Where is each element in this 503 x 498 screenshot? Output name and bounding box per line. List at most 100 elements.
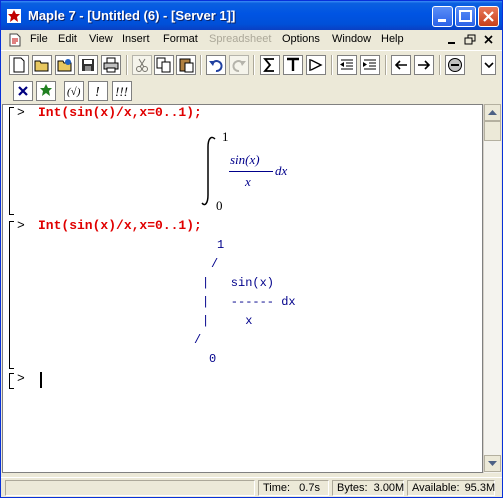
x-icon: [18, 86, 28, 96]
arrow-up-icon: [488, 110, 497, 115]
insert-prompt-button[interactable]: [306, 55, 326, 75]
paste-icon: [179, 58, 194, 73]
ascii-output-line: 1: [217, 238, 225, 252]
maximize-button[interactable]: [455, 6, 476, 27]
toolbar-separator: [439, 55, 441, 75]
math-input-button[interactable]: [260, 55, 280, 75]
execution-group-bracket[interactable]: [9, 221, 14, 369]
input-command[interactable]: Int(sin(x)/x,x=0..1);: [38, 218, 202, 233]
execute-all-button[interactable]: !!!: [112, 81, 132, 101]
outdent-button[interactable]: [337, 55, 357, 75]
menu-file[interactable]: File: [30, 33, 48, 45]
execution-group-bracket[interactable]: [9, 107, 14, 215]
new-button[interactable]: [9, 55, 29, 75]
scroll-thumb[interactable]: [484, 121, 501, 141]
minimize-button[interactable]: [432, 6, 453, 27]
menu-options[interactable]: Options: [282, 33, 320, 45]
integral-differential: dx: [275, 163, 288, 178]
back-button[interactable]: [391, 55, 411, 75]
status-time-label: Time:: [263, 482, 291, 494]
maple-window: Maple 7 - [Untitled (6) - [Server 1]] Fi…: [0, 0, 503, 498]
open-folder-icon: [34, 60, 49, 72]
check-parens-icon: (√): [67, 86, 81, 98]
title-bar[interactable]: Maple 7 - [Untitled (6) - [Server 1]]: [1, 1, 502, 30]
print-button[interactable]: [101, 55, 121, 75]
status-bytes-value: 3.00M: [373, 482, 405, 494]
status-available: Available: 95.3M: [407, 480, 495, 496]
close-icon: [484, 35, 493, 44]
svg-text:!: !: [95, 85, 100, 99]
undo-icon: [209, 60, 223, 72]
input-prompt: >: [17, 105, 25, 120]
stop-icon: [448, 58, 462, 72]
copy-button[interactable]: [154, 55, 174, 75]
menu-edit[interactable]: Edit: [58, 33, 77, 45]
open-url-button[interactable]: [55, 55, 75, 75]
outdent-icon: [340, 59, 353, 70]
ascii-output-line: /: [211, 257, 219, 271]
menu-spreadsheet[interactable]: Spreadsheet: [209, 33, 271, 45]
maple-leaf-button[interactable]: [36, 81, 56, 101]
input-command[interactable]: Int(sin(x)/x,x=0..1);: [38, 105, 202, 120]
close-button[interactable]: [478, 6, 499, 27]
restore-icon: [464, 34, 476, 45]
undo-button[interactable]: [206, 55, 226, 75]
worksheet[interactable]: > Int(sin(x)/x,x=0..1); 1 0 sin(x) x dx …: [2, 104, 483, 473]
integrand-numerator: sin(x): [230, 152, 260, 167]
stop-button[interactable]: [445, 55, 465, 75]
arrow-right-icon: [418, 60, 431, 70]
scroll-down-button[interactable]: [484, 455, 501, 472]
execute-button[interactable]: !: [88, 81, 108, 101]
triple-exclamation-icon: !!!: [115, 84, 128, 99]
execute-check-button[interactable]: (√): [64, 81, 84, 101]
status-bar: Time: 0.7s Bytes: 3.00M Available: 95.3M: [1, 477, 502, 497]
fraction-bar: [229, 171, 273, 172]
ascii-output-line: | ------ dx: [202, 295, 296, 309]
redo-button[interactable]: [229, 55, 249, 75]
doc-restore-button[interactable]: [462, 33, 478, 47]
toggle-input-button[interactable]: [13, 81, 33, 101]
status-bytes-label: Bytes:: [337, 482, 368, 494]
integral-lower-limit: 0: [216, 198, 223, 213]
document-icon[interactable]: [7, 32, 23, 48]
input-prompt: >: [17, 218, 25, 233]
doc-minimize-button[interactable]: [444, 33, 460, 47]
vertical-scrollbar[interactable]: [483, 104, 501, 473]
copy-icon: [156, 57, 171, 73]
scroll-up-button[interactable]: [484, 104, 501, 121]
integral-sign-icon: [201, 136, 216, 206]
toolbar-separator: [331, 55, 333, 75]
paste-button[interactable]: [176, 55, 196, 75]
doc-close-button[interactable]: [481, 33, 497, 47]
status-message-pane: [5, 480, 255, 496]
indent-button[interactable]: [360, 55, 380, 75]
scissors-icon: [136, 58, 148, 72]
toolbar-separator: [385, 55, 387, 75]
redo-icon: [232, 60, 246, 72]
menu-help[interactable]: Help: [381, 33, 404, 45]
status-available-label: Available:: [412, 482, 460, 494]
status-available-value: 95.3M: [464, 482, 496, 494]
toolbar-overflow-button[interactable]: [481, 55, 496, 75]
forward-button[interactable]: [414, 55, 434, 75]
toolbar-separator: [253, 55, 255, 75]
text-input-button[interactable]: [283, 55, 303, 75]
status-bytes: Bytes: 3.00M: [332, 480, 404, 496]
menu-view[interactable]: View: [89, 33, 113, 45]
svg-text:!!!: !!!: [115, 84, 128, 99]
menu-insert[interactable]: Insert: [122, 33, 150, 45]
maple-leaf-icon: [40, 84, 52, 96]
input-prompt: >: [17, 371, 25, 386]
text-t-icon: [287, 57, 299, 71]
cut-button[interactable]: [132, 55, 152, 75]
menu-window[interactable]: Window: [332, 33, 371, 45]
ascii-output-line: | x: [202, 314, 253, 328]
arrow-down-icon: [488, 461, 497, 466]
close-icon: [483, 11, 494, 22]
menu-format[interactable]: Format: [163, 33, 198, 45]
status-time-value: 0.7s: [299, 482, 320, 494]
open-button[interactable]: [32, 55, 52, 75]
execution-group-bracket[interactable]: [9, 373, 14, 389]
maximize-icon: [459, 10, 472, 22]
save-button[interactable]: [78, 55, 98, 75]
